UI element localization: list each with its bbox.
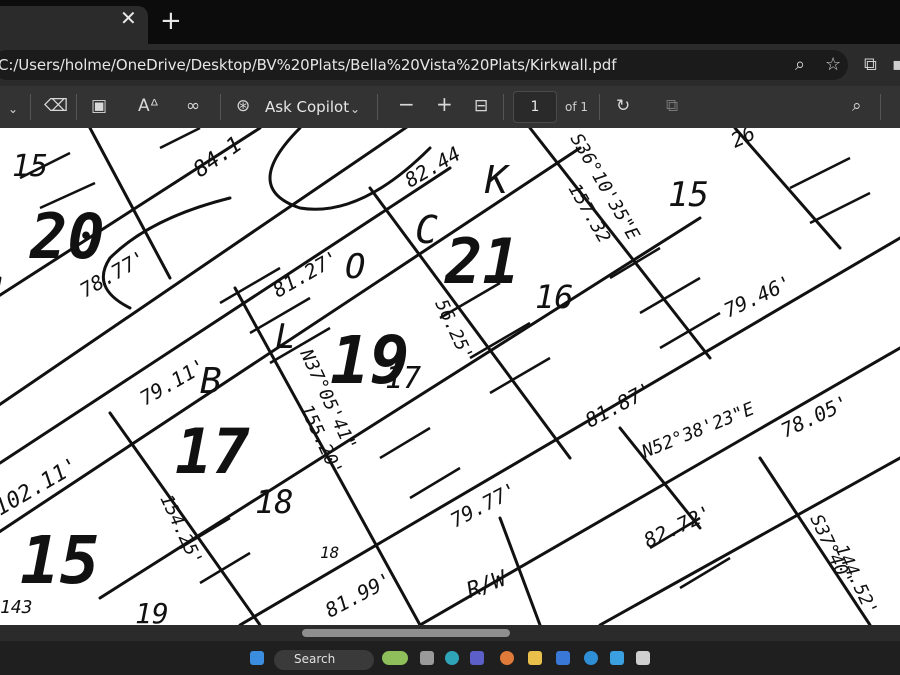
dimension-label: 79.46' <box>720 270 796 322</box>
file-explorer-icon[interactable] <box>528 651 542 665</box>
dimension-label: 81.27' <box>269 245 344 302</box>
two-page-view-icon[interactable]: ⧉ <box>666 97 678 115</box>
lot-number: 15 <box>668 175 709 215</box>
photos-icon[interactable] <box>636 651 650 665</box>
scrollbar-thumb[interactable] <box>302 629 510 637</box>
dimension-label: 82.72' <box>640 500 716 552</box>
toolbar-divider <box>503 94 504 120</box>
lot-number: 15 <box>12 149 48 184</box>
close-icon[interactable]: ✕ <box>120 8 137 28</box>
store-icon[interactable] <box>556 651 570 665</box>
toolbar-divider <box>220 94 221 120</box>
chrome-icon[interactable] <box>500 651 514 665</box>
toolbar-divider <box>377 94 378 120</box>
dimension-label: 56.25' <box>430 296 477 364</box>
dimension-label: 81.87' <box>581 377 656 432</box>
plat-map: 15 20 84.1 82.44 C K S36°10'35"E 26 15 1… <box>0 128 900 625</box>
page-count: of 1 <box>565 100 589 114</box>
copilot-icon[interactable]: ⊛ <box>236 97 250 115</box>
task-view-icon[interactable] <box>420 651 434 665</box>
dimension-label: 79.11' <box>136 353 211 410</box>
plat-letter: L <box>275 317 295 357</box>
lot-number: 18 <box>320 543 339 562</box>
immersive-reader-icon[interactable]: ∞ <box>186 97 200 115</box>
fit-page-icon[interactable]: ⊟ <box>474 97 488 115</box>
zoom-icon[interactable]: ⌕ <box>795 54 805 75</box>
weather-widget-icon[interactable] <box>382 651 408 665</box>
toolbar-divider <box>880 94 881 120</box>
block-number: 21 <box>444 225 520 298</box>
dimension-label: 79.77' <box>446 477 521 532</box>
dimension-label: 81.99' <box>321 567 396 622</box>
block-number: 17 <box>175 415 250 488</box>
bearing-label: N52°38'23"E <box>638 398 757 463</box>
dimension-label: 82.44 <box>401 141 465 192</box>
toolbar-divider <box>599 94 600 120</box>
block-number: 15 <box>20 522 99 599</box>
block-number: 20 <box>29 200 105 273</box>
chevron-down-icon[interactable]: ⌄ <box>8 100 18 118</box>
extensions-icon[interactable]: ⧉ <box>864 54 877 75</box>
edge-browser-icon[interactable] <box>445 651 459 665</box>
page-number-input[interactable]: 1 <box>513 91 557 123</box>
dimension-label: 84.1 <box>189 132 247 183</box>
plat-letter: K <box>484 158 511 202</box>
rotate-icon[interactable]: ↻ <box>616 97 630 115</box>
plat-lines <box>0 128 900 625</box>
search-icon[interactable]: ⌕ <box>852 97 862 115</box>
favorite-star-icon[interactable]: ☆ <box>825 54 841 75</box>
toolbar-divider <box>76 94 77 120</box>
plat-letter: C <box>415 208 438 252</box>
lot-number: 18 <box>255 483 294 521</box>
new-tab-icon[interactable]: + <box>160 8 182 34</box>
text-box-icon[interactable]: ▣ <box>91 97 107 115</box>
taskbar-search-label: Search <box>294 652 336 666</box>
mail-icon[interactable] <box>610 651 624 665</box>
dimension-label: 143 <box>0 597 33 618</box>
url-text[interactable]: C:/Users/holme/OneDrive/Desktop/BV%20Pla… <box>0 56 616 74</box>
profile-icon[interactable]: ▪ <box>892 54 900 75</box>
zoom-out-button[interactable]: − <box>398 94 415 114</box>
read-aloud-icon[interactable]: Aᐞ <box>138 97 159 115</box>
help-icon[interactable] <box>584 651 598 665</box>
plat-letter: O <box>345 247 365 287</box>
windows-start-icon[interactable] <box>250 651 264 665</box>
plat-letter: B <box>200 361 222 402</box>
ask-copilot-button[interactable]: Ask Copilot <box>265 98 349 116</box>
lot-number: 17 <box>385 361 421 396</box>
teams-icon[interactable] <box>470 651 484 665</box>
eraser-icon[interactable]: ⌫ <box>44 97 68 115</box>
lot-number: 19 <box>135 597 169 625</box>
toolbar-divider <box>30 94 31 120</box>
dimension-label: 102.11' <box>0 453 83 521</box>
pdf-document-view[interactable]: 15 20 84.1 82.44 C K S36°10'35"E 26 15 1… <box>0 128 900 625</box>
zoom-in-button[interactable]: + <box>436 94 453 114</box>
hatch-marks <box>19 128 871 590</box>
right-of-way-label: R/W <box>464 566 512 604</box>
chevron-down-icon[interactable]: ⌄ <box>350 100 360 118</box>
lot-number: 16 <box>535 278 574 316</box>
